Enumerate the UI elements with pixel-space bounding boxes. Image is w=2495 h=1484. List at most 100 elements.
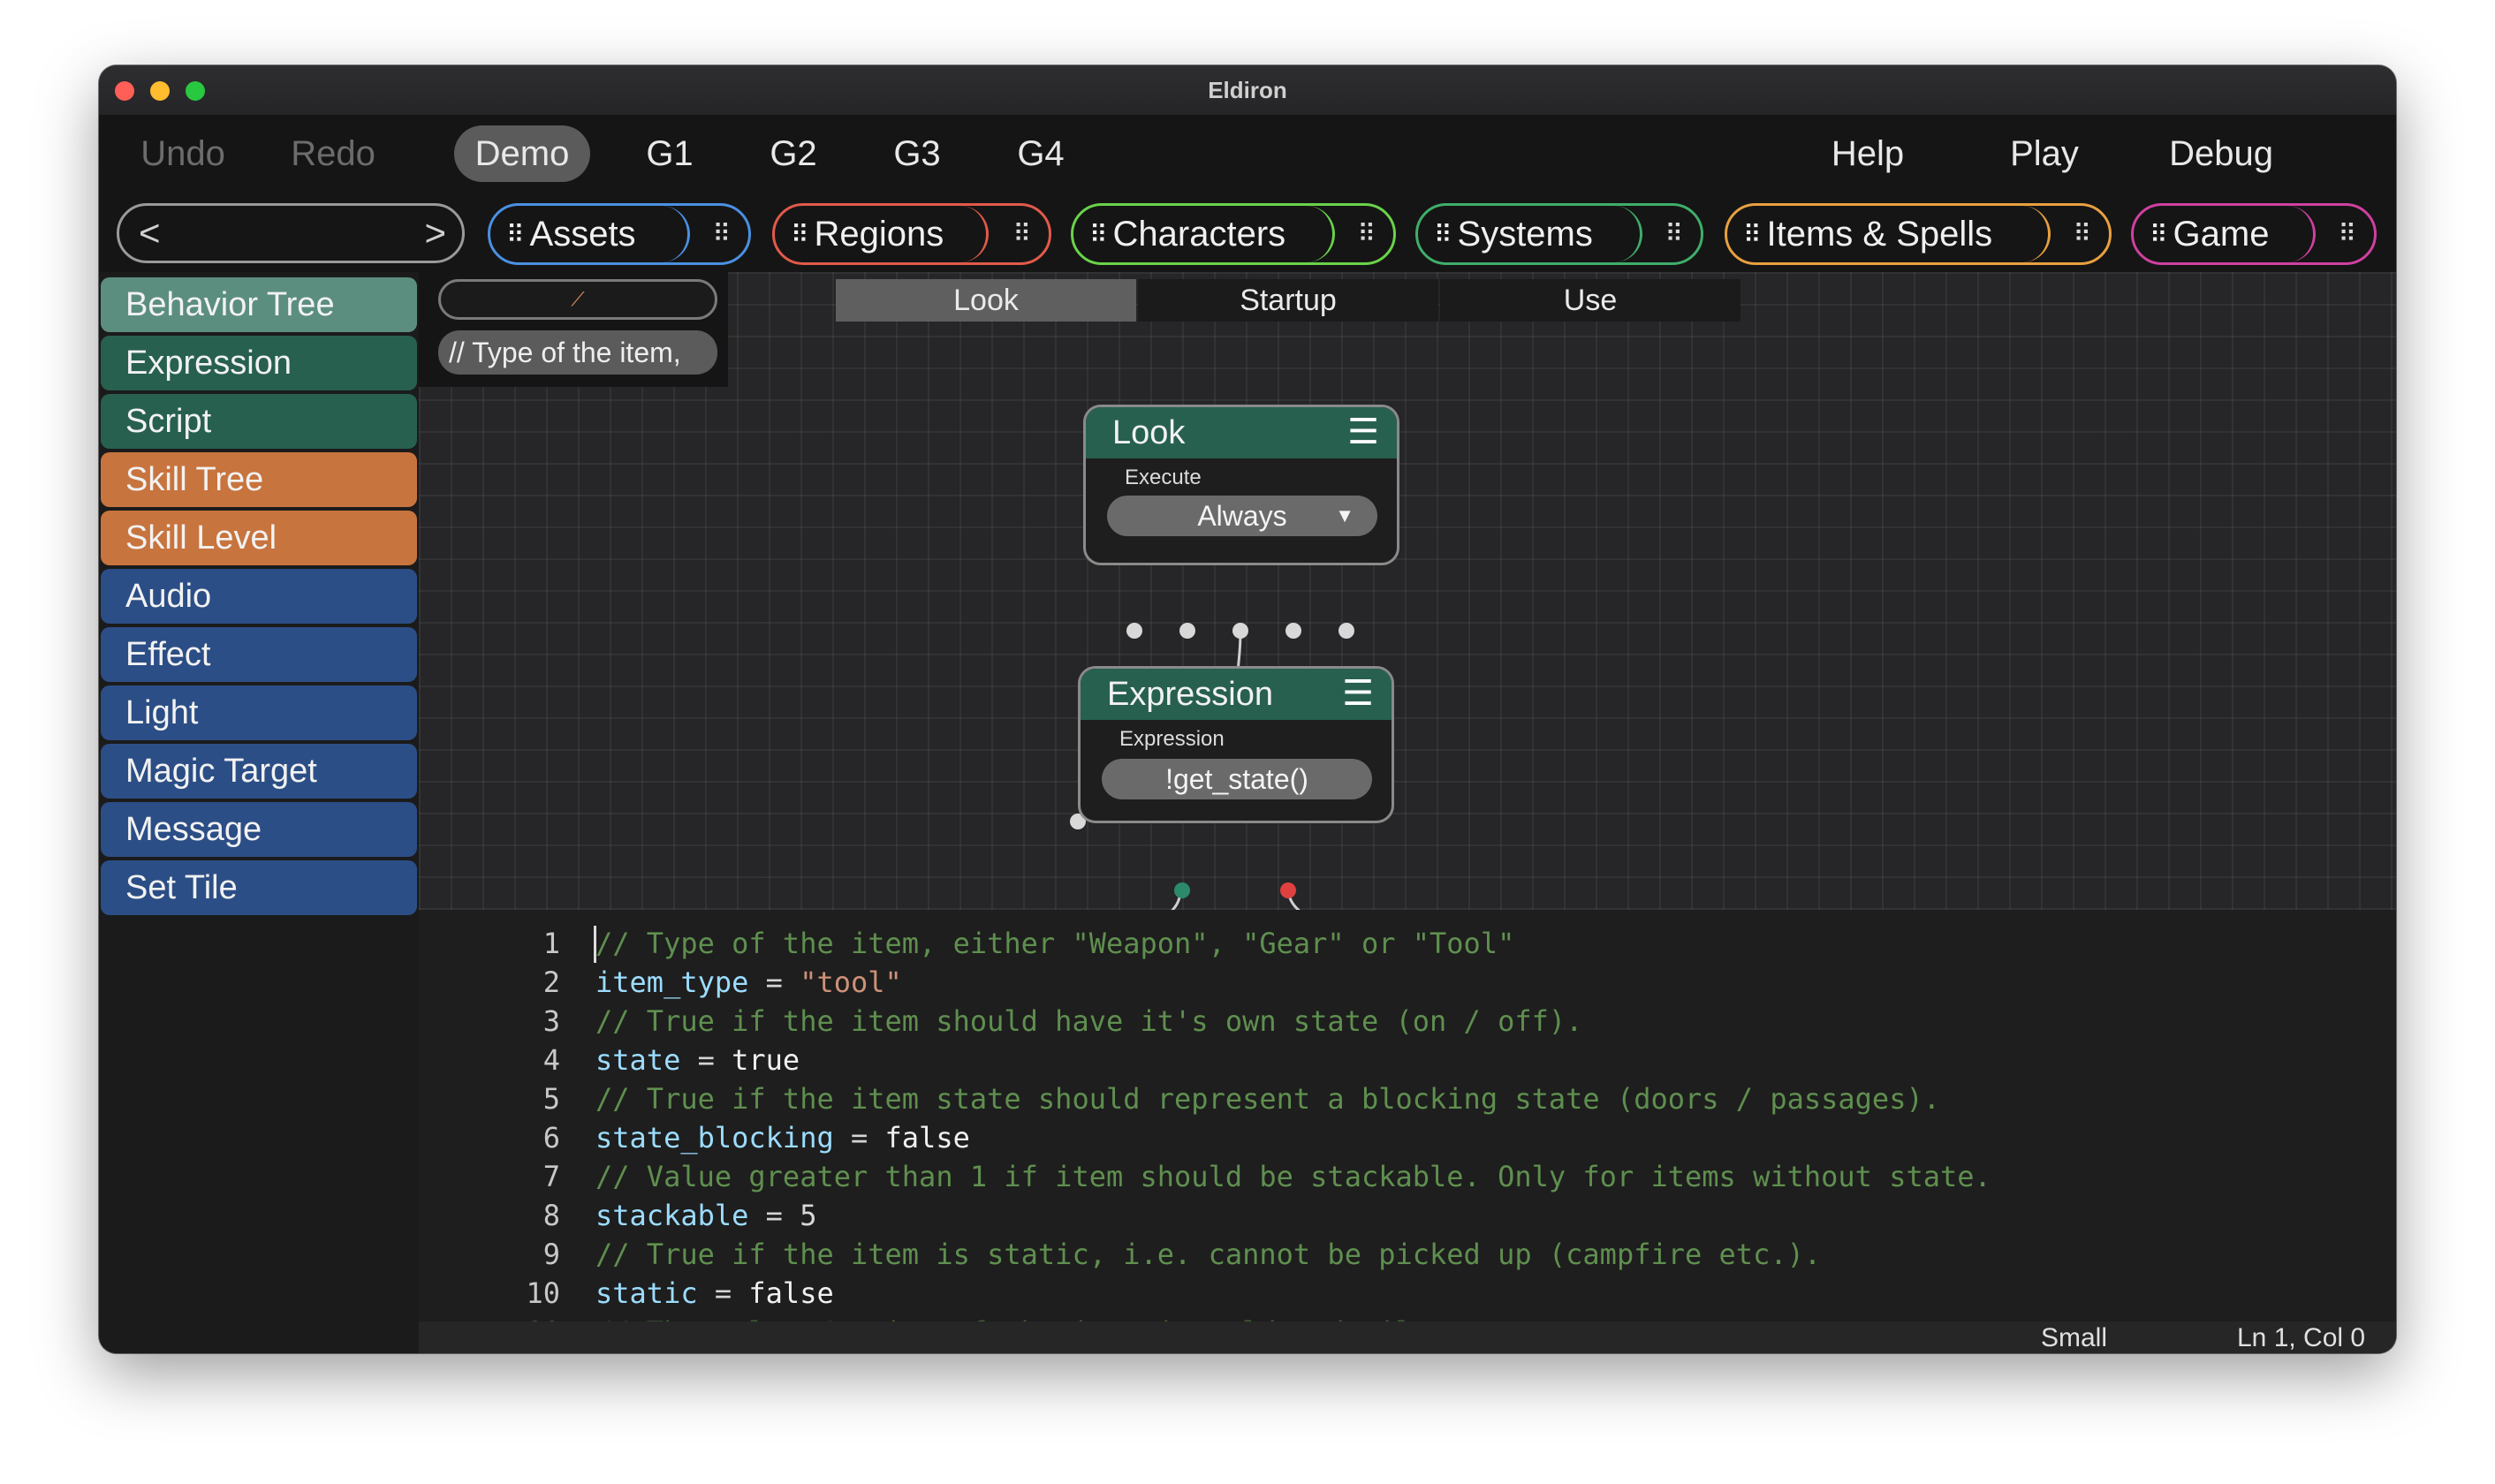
code-token: // Type of the item, either "Weapon", "G… — [595, 927, 1515, 960]
category-tab-regions[interactable]: ⠿ Regions ⠿ — [772, 203, 1051, 265]
category-tab-systems[interactable]: ⠿ Systems ⠿ — [1415, 203, 1703, 265]
code-line[interactable]: 2 item_type = "tool" — [419, 963, 2396, 1002]
play-button[interactable]: Play — [1974, 125, 2115, 182]
line-code[interactable]: // True if the item should have it's own… — [595, 1002, 1582, 1041]
grid-icon[interactable]: ⠿ — [1665, 206, 1683, 262]
palette-item-audio[interactable]: Audio — [101, 569, 417, 624]
expression-value-field[interactable]: !get_state() — [1102, 759, 1372, 799]
palette-item-skill-tree[interactable]: Skill Tree — [101, 452, 417, 507]
help-button[interactable]: Help — [1797, 125, 1938, 182]
code-editor[interactable]: 1 // Type of the item, either "Weapon", "… — [419, 910, 2396, 1353]
code-token: true — [732, 1043, 800, 1077]
category-bar: < > ⠿ Assets ⠿ ⠿ Regions ⠿ ⠿ Characters ⠿ ⠿ System… — [99, 194, 2396, 272]
category-tab-assets[interactable]: ⠿ Assets ⠿ — [488, 203, 751, 265]
line-code[interactable]: state = true — [595, 1041, 800, 1079]
line-code[interactable]: stackable = 5 — [595, 1196, 816, 1235]
category-tab-inner[interactable]: ⠿ Game — [2134, 206, 2316, 262]
line-number: 2 — [542, 965, 560, 999]
hamburger-icon[interactable]: ☰ — [1342, 669, 1374, 718]
code-line[interactable]: 3 // True if the item should have it's ow… — [419, 1002, 2396, 1041]
palette-item-effect[interactable]: Effect — [101, 627, 417, 682]
project-g1-button[interactable]: G1 — [617, 125, 723, 182]
palette-item-message[interactable]: Message — [101, 802, 417, 857]
palette-item-script[interactable]: Script — [101, 394, 417, 449]
properties-panel: ⟋ // Type of the item, — [419, 272, 728, 387]
line-number: 6 — [542, 1121, 560, 1155]
hamburger-icon[interactable]: ☰ — [1347, 407, 1379, 457]
line-code[interactable]: // True if the item state should represe… — [595, 1079, 1940, 1118]
project-g4-button[interactable]: G4 — [988, 125, 1094, 182]
project-demo-button[interactable]: Demo — [454, 125, 590, 182]
forward-arrow-icon[interactable]: > — [424, 211, 446, 255]
code-token: // True if the item is static, i.e. cann… — [595, 1238, 1822, 1271]
palette-item-light[interactable]: Light — [101, 685, 417, 740]
node-graph-canvas[interactable]: ⟋ // Type of the item, Look Startup Use … — [419, 272, 2396, 910]
tab-use[interactable]: Use — [1440, 279, 1740, 322]
menu-bar: Undo Redo Demo G1 G2 G3 G4 Help Play Deb… — [99, 115, 2396, 194]
grid-icon[interactable]: ⠿ — [1357, 206, 1376, 262]
code-line[interactable]: 5 // True if the item state should repres… — [419, 1079, 2396, 1118]
category-tab-label: Assets — [529, 215, 636, 254]
expression-node[interactable]: Expression ☰ Expression !get_state() — [1078, 666, 1394, 823]
line-code[interactable]: // True if the item is static, i.e. cann… — [595, 1235, 1821, 1274]
line-number: 8 — [542, 1199, 560, 1232]
look-node[interactable]: Look ☰ Execute Always ▼ — [1083, 405, 1399, 565]
palette-item-skill-level[interactable]: Skill Level — [101, 511, 417, 565]
category-tab-label: Items & Spells — [1766, 215, 1993, 254]
undo-button[interactable]: Undo — [117, 125, 249, 182]
code-line[interactable]: 1 // Type of the item, either "Weapon", "… — [419, 924, 2396, 963]
project-g3-button[interactable]: G3 — [864, 125, 970, 182]
code-line[interactable]: 10 static = false — [419, 1274, 2396, 1313]
code-token: false — [884, 1121, 970, 1155]
property-edit-field[interactable]: ⟋ — [438, 279, 717, 320]
category-tab-inner[interactable]: ⠿ Systems — [1418, 206, 1642, 262]
grid-icon[interactable]: ⠿ — [2338, 206, 2356, 262]
line-number: 3 — [542, 1004, 560, 1038]
code-token: state — [595, 1043, 681, 1077]
palette-item-expression[interactable]: Expression — [101, 336, 417, 390]
debug-button[interactable]: Debug — [2142, 125, 2301, 182]
execute-dropdown[interactable]: Always ▼ — [1107, 496, 1377, 536]
look-node-header[interactable]: Look ☰ — [1086, 407, 1397, 458]
line-number: 5 — [542, 1082, 560, 1116]
redo-button[interactable]: Redo — [267, 125, 399, 182]
line-code[interactable]: // Value greater than 1 if item should b… — [595, 1157, 1991, 1196]
code-line[interactable]: 8 stackable = 5 — [419, 1196, 2396, 1235]
category-tab-game[interactable]: ⠿ Game ⠿ — [2131, 203, 2377, 265]
grid-icon[interactable]: ⠿ — [2073, 206, 2091, 262]
code-token: = — [833, 1121, 885, 1155]
line-code[interactable]: // Type of the item, either "Weapon", "G… — [595, 924, 1514, 963]
dropdown-arrow-icon: ▼ — [1335, 504, 1354, 526]
line-code[interactable]: state_blocking = false — [595, 1118, 970, 1157]
back-arrow-icon[interactable]: < — [139, 211, 161, 255]
category-tab-characters[interactable]: ⠿ Characters ⠿ — [1071, 203, 1396, 265]
category-tab-inner[interactable]: ⠿ Items & Spells — [1727, 206, 2051, 262]
project-g2-button[interactable]: G2 — [740, 125, 846, 182]
grid-icon[interactable]: ⠿ — [1012, 206, 1031, 262]
window-title: Eldiron — [1208, 77, 1287, 103]
code-token: = — [748, 965, 800, 999]
palette-item-set-tile[interactable]: Set Tile — [101, 860, 417, 915]
code-line[interactable]: 9 // True if the item is static, i.e. can… — [419, 1235, 2396, 1274]
code-line[interactable]: 6 state_blocking = false — [419, 1118, 2396, 1157]
palette-item-behavior-tree[interactable]: Behavior Tree — [101, 277, 417, 332]
code-line[interactable]: 4 state = true — [419, 1041, 2396, 1079]
palette-item-magic-target[interactable]: Magic Target — [101, 744, 417, 799]
tab-look[interactable]: Look — [836, 279, 1136, 322]
tab-startup[interactable]: Startup — [1138, 279, 1438, 322]
category-tab-inner[interactable]: ⠿ Assets — [490, 206, 690, 262]
expression-node-title: Expression — [1107, 676, 1273, 713]
grid-icon: ⠿ — [506, 221, 524, 248]
category-tab-inner[interactable]: ⠿ Characters — [1073, 206, 1335, 262]
code-token: item_type — [595, 965, 749, 999]
code-line[interactable]: 7 // Value greater than 1 if item should … — [419, 1157, 2396, 1196]
property-value[interactable]: // Type of the item, — [438, 330, 717, 375]
grid-icon[interactable]: ⠿ — [712, 206, 731, 262]
line-code[interactable]: item_type = "tool" — [595, 963, 902, 1002]
code-token: 5 — [800, 1199, 817, 1232]
category-tab-items-spells[interactable]: ⠿ Items & Spells ⠿ — [1725, 203, 2112, 265]
expression-node-header[interactable]: Expression ☰ — [1081, 669, 1392, 720]
font-size-indicator[interactable]: Small — [2041, 1321, 2107, 1353]
line-code[interactable]: static = false — [595, 1274, 834, 1313]
category-tab-inner[interactable]: ⠿ Regions — [775, 206, 989, 262]
